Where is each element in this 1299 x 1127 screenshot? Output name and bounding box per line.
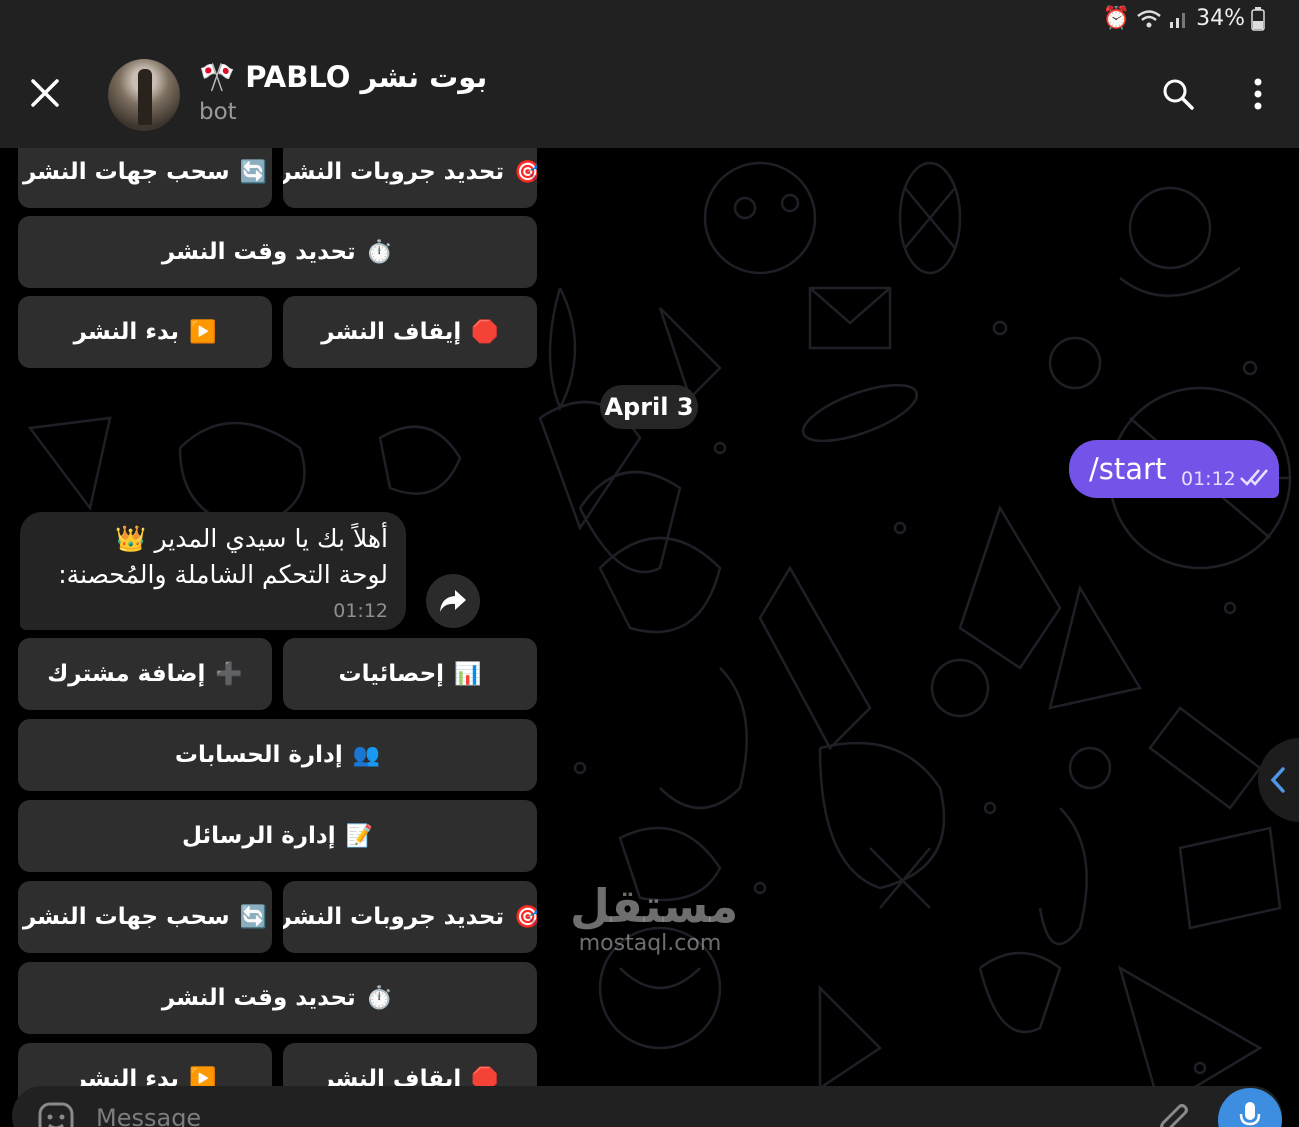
keyboard-button-label: إحصائيات bbox=[338, 661, 445, 687]
chat-title[interactable]: 🎌 PABLO بوت نشر bbox=[199, 60, 487, 95]
alarm-icon: ⏰ bbox=[1102, 6, 1131, 31]
keyboard-button-start[interactable]: بدء النشر ▶️ bbox=[18, 296, 272, 368]
microphone-icon bbox=[1239, 1102, 1261, 1126]
stopwatch-icon: ⏱️ bbox=[365, 239, 394, 265]
keyboard-button-label: سحب جهات النشر bbox=[22, 159, 230, 185]
emoji-button[interactable] bbox=[36, 1100, 76, 1127]
memo-icon: 📝 bbox=[345, 823, 374, 849]
status-icons: ⏰ 34% bbox=[1103, 6, 1265, 31]
message-composer bbox=[12, 1086, 1282, 1127]
watermark-arabic: مستقل bbox=[570, 879, 739, 933]
keyboard-button-label: سحب جهات النشر bbox=[22, 904, 230, 930]
keyboard-button-set-time[interactable]: تحديد وقت النشر ⏱️ bbox=[18, 216, 537, 288]
watermark: مستقل mostaql.com bbox=[570, 879, 739, 956]
keyboard-button-manage-messages[interactable]: إدارة الرسائل 📝 bbox=[18, 800, 537, 872]
keyboard-button-pull-contacts[interactable]: سحب جهات النشر 🔄 bbox=[18, 881, 272, 953]
keyboard-button-stop[interactable]: إيقاف النشر 🛑 bbox=[283, 296, 537, 368]
message-text: /start bbox=[1089, 452, 1167, 486]
message-input[interactable] bbox=[96, 1098, 696, 1127]
keyboard-button-stats[interactable]: إحصائيات 📊 bbox=[283, 638, 537, 710]
target-icon: 🎯 bbox=[514, 159, 537, 185]
keyboard-button-label: إدارة الحسابات bbox=[174, 742, 343, 768]
search-icon bbox=[1163, 79, 1194, 110]
message-time: 01:12 bbox=[1181, 468, 1236, 490]
keyboard-button-label: بدء النشر bbox=[73, 319, 179, 345]
forward-icon bbox=[440, 590, 466, 612]
keyboard-button-label: إيقاف النشر bbox=[321, 319, 462, 345]
keyboard-button-set-groups[interactable]: تحديد جروبات النشر 🎯 bbox=[283, 148, 537, 208]
plus-icon: ➕ bbox=[215, 661, 243, 687]
bar-chart-icon: 📊 bbox=[454, 661, 482, 687]
paperclip-icon bbox=[1160, 1104, 1188, 1127]
keyboard-button-manage-accounts[interactable]: إدارة الحسابات 👥 bbox=[18, 719, 537, 791]
chevron-left-icon bbox=[1270, 767, 1285, 793]
target-icon: 🎯 bbox=[514, 904, 537, 930]
status-bar: ⏰ 34% bbox=[0, 0, 1299, 40]
outgoing-message[interactable]: /start 01:12 bbox=[1069, 440, 1279, 498]
keyboard-button-label: تحديد جروبات النشر bbox=[283, 159, 505, 185]
play-icon: ▶️ bbox=[188, 319, 217, 345]
chat-header: 🎌 PABLO بوت نشر bot bbox=[0, 40, 1299, 148]
refresh-icon: 🔄 bbox=[239, 904, 268, 930]
message-time: 01:12 bbox=[333, 600, 388, 622]
keyboard-button-label: إدارة الرسائل bbox=[181, 823, 336, 849]
close-button[interactable] bbox=[28, 76, 62, 110]
keyboard-button-label: تحديد وقت النشر bbox=[161, 985, 356, 1011]
wifi-icon bbox=[1137, 9, 1161, 27]
bot-avatar[interactable] bbox=[108, 59, 180, 131]
forward-button[interactable] bbox=[426, 574, 480, 628]
users-icon: 👥 bbox=[352, 742, 381, 768]
attach-button[interactable] bbox=[1154, 1100, 1194, 1127]
stop-sign-icon: 🛑 bbox=[471, 319, 499, 345]
search-button[interactable] bbox=[1160, 76, 1196, 112]
more-vertical-icon bbox=[1254, 78, 1262, 110]
battery-icon bbox=[1251, 6, 1265, 31]
watermark-latin: mostaql.com bbox=[578, 931, 722, 956]
keyboard-button-set-time[interactable]: تحديد وقت النشر ⏱️ bbox=[18, 962, 537, 1034]
keyboard-button-add-subscriber[interactable]: إضافة مشترك ➕ bbox=[18, 638, 272, 710]
message-line-1: أهلاً بك يا سيدي المدير 👑 bbox=[115, 524, 388, 553]
keyboard-button-label: تحديد جروبات النشر bbox=[283, 904, 505, 930]
date-separator: April 3 bbox=[600, 385, 698, 429]
keyboard-button-set-groups[interactable]: تحديد جروبات النشر 🎯 bbox=[283, 881, 537, 953]
double-check-icon bbox=[1240, 469, 1268, 486]
close-icon bbox=[31, 79, 59, 107]
chat-subtitle: bot bbox=[199, 99, 237, 125]
signal-icon bbox=[1170, 12, 1186, 28]
keyboard-button-label: تحديد وقت النشر bbox=[161, 239, 356, 265]
keyboard-button-label: إضافة مشترك bbox=[47, 661, 206, 687]
message-line-2: لوحة التحكم الشاملة والمُحصنة: bbox=[58, 560, 388, 589]
emoji-icon bbox=[38, 1102, 74, 1127]
incoming-message[interactable]: أهلاً بك يا سيدي المدير 👑 لوحة التحكم ال… bbox=[20, 512, 406, 630]
more-options-button[interactable] bbox=[1246, 74, 1270, 114]
stopwatch-icon: ⏱️ bbox=[365, 985, 394, 1011]
refresh-icon: 🔄 bbox=[239, 159, 268, 185]
battery-percent: 34% bbox=[1196, 6, 1245, 31]
keyboard-button-pull-contacts[interactable]: سحب جهات النشر 🔄 bbox=[18, 148, 272, 208]
chat-area[interactable]: تحديد جروبات النشر 🎯 سحب جهات النشر 🔄 تح… bbox=[0, 148, 1299, 1127]
